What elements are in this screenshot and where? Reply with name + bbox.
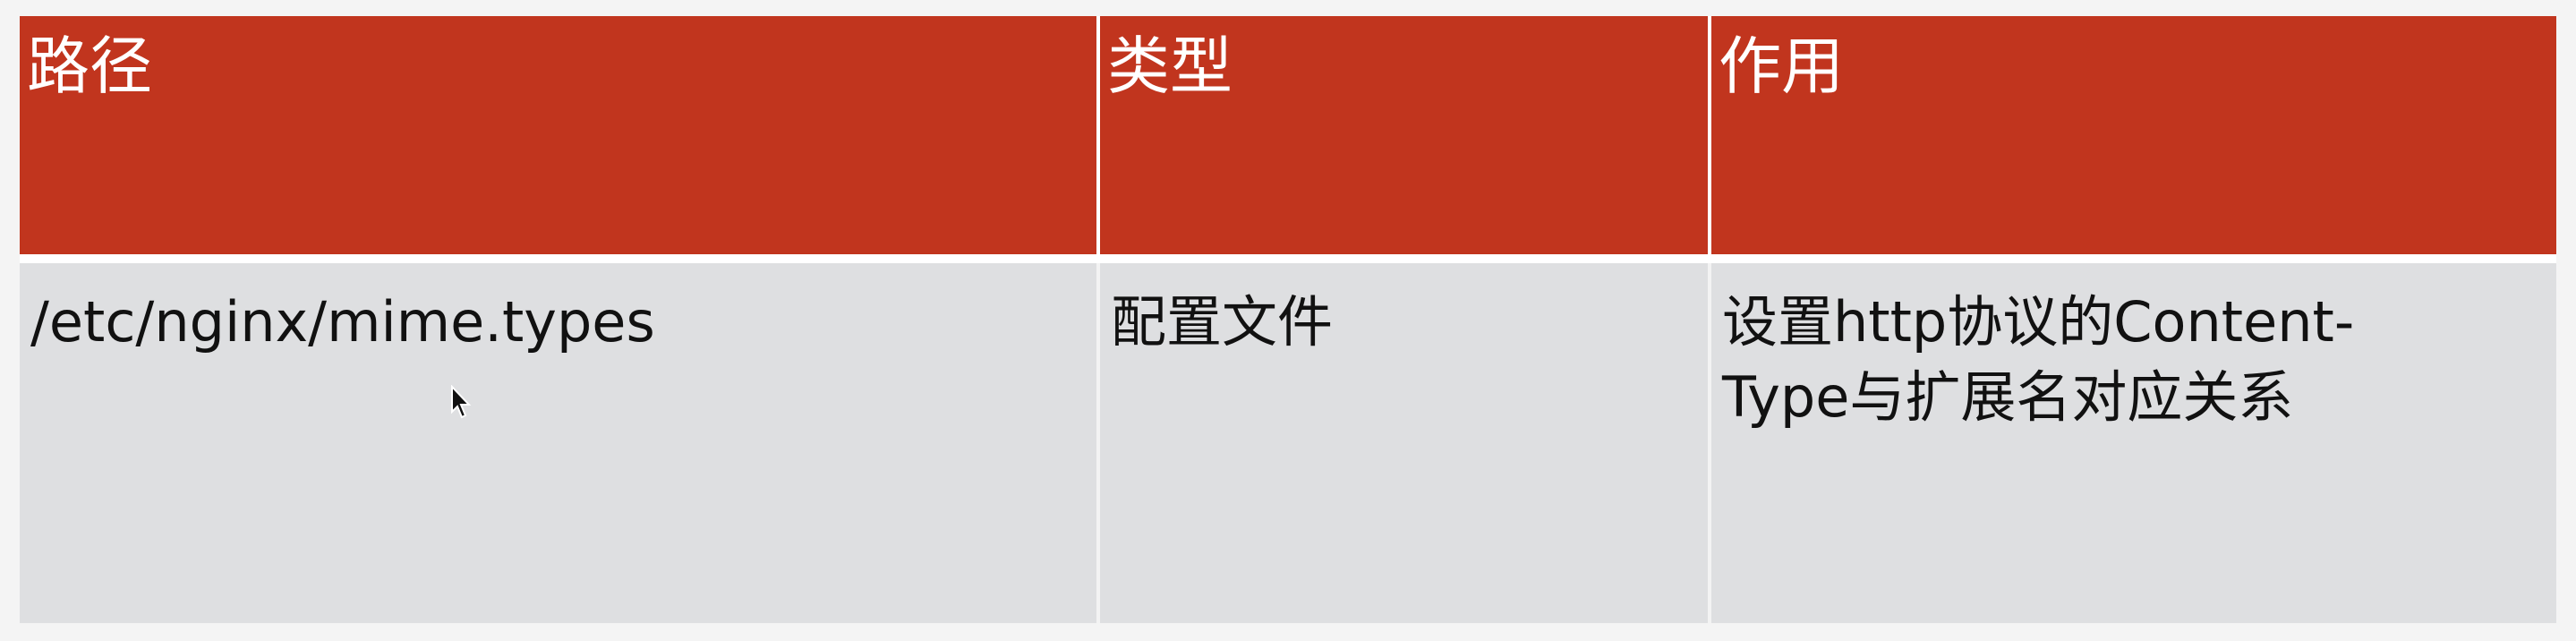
cell-path: /etc/nginx/mime.types [20, 263, 1100, 623]
cell-purpose: 设置http协议的Content- Type与扩展名对应关系 [1711, 263, 2556, 623]
config-table: 路径 类型 作用 /etc/nginx/mime.types 配置文件 设置ht… [20, 16, 2556, 623]
cell-type: 配置文件 [1100, 263, 1711, 623]
header-purpose: 作用 [1711, 16, 2556, 263]
header-purpose-label: 作用 [1719, 30, 1844, 103]
header-path: 路径 [20, 16, 1100, 263]
cell-path-text: /etc/nginx/mime.types [30, 289, 655, 355]
header-path-label: 路径 [27, 30, 152, 103]
slide: 路径 类型 作用 /etc/nginx/mime.types 配置文件 设置ht… [0, 0, 2576, 641]
header-type: 类型 [1100, 16, 1711, 263]
header-type-label: 类型 [1107, 30, 1233, 103]
cell-purpose-text: 设置http协议的Content- Type与扩展名对应关系 [1722, 289, 2355, 430]
mouse-pointer-icon [451, 385, 472, 419]
cell-type-text: 配置文件 [1111, 289, 1334, 355]
